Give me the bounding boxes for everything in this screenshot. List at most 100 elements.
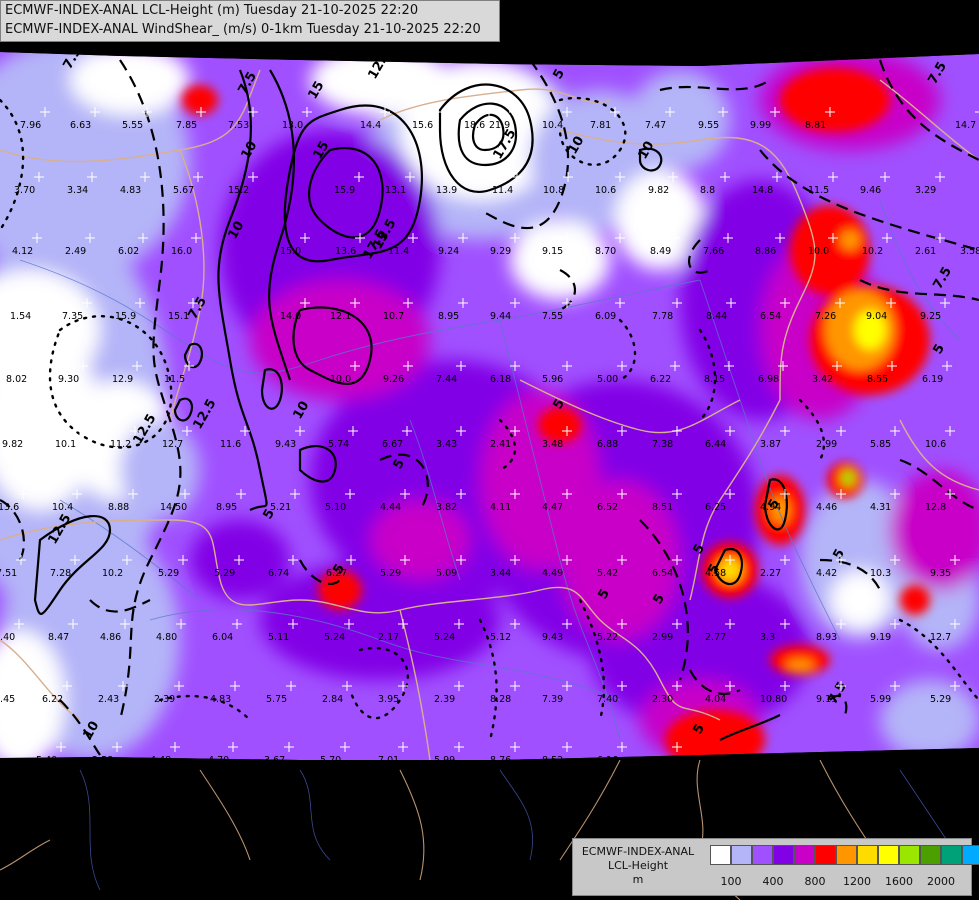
station-value: 5.99 bbox=[434, 755, 455, 766]
station-value: 10.3 bbox=[870, 568, 891, 579]
legend-swatch bbox=[899, 845, 920, 865]
station-value: 10.2 bbox=[862, 246, 883, 257]
legend-tick-label: 1200 bbox=[843, 875, 871, 888]
station-value: 8.15 bbox=[704, 374, 725, 385]
station-value: 2.99 bbox=[652, 632, 673, 643]
station-value: 5.40 bbox=[36, 755, 57, 766]
station-value: 3.42 bbox=[812, 374, 833, 385]
station-value: 14.4 bbox=[360, 120, 381, 131]
station-value: 8.76 bbox=[490, 755, 511, 766]
legend-swatch bbox=[836, 845, 857, 865]
station-value: 4.49 bbox=[542, 568, 563, 579]
station-value: 8.93 bbox=[816, 632, 837, 643]
station-value: 8.95 bbox=[216, 502, 237, 513]
station-value: 7.26 bbox=[815, 311, 836, 322]
station-value: 4.11 bbox=[490, 502, 511, 513]
station-value: 3.67 bbox=[264, 755, 285, 766]
station-value: 2.77 bbox=[705, 632, 726, 643]
station-value: 8.52 bbox=[542, 755, 563, 766]
station-value: 6.44 bbox=[705, 439, 726, 450]
station-value: 6.22 bbox=[650, 374, 671, 385]
station-value: 8.81 bbox=[805, 120, 826, 131]
station-value: 5.22 bbox=[597, 632, 618, 643]
station-value: 7.44 bbox=[436, 374, 457, 385]
station-value: 6.88 bbox=[597, 439, 618, 450]
station-value: 7.28 bbox=[50, 568, 71, 579]
station-value: 6.63 bbox=[70, 120, 91, 131]
station-value: 7.53 bbox=[228, 120, 249, 131]
station-value: 2.43 bbox=[98, 694, 119, 705]
station-value: 5.09 bbox=[436, 568, 457, 579]
station-value: 11.4 bbox=[492, 185, 513, 196]
station-value: 4.47 bbox=[542, 502, 563, 513]
station-value: 8.88 bbox=[108, 502, 129, 513]
station-value: 11.4 bbox=[388, 246, 409, 257]
station-value: 2.39 bbox=[434, 694, 455, 705]
station-value: 4.94 bbox=[760, 502, 781, 513]
station-value: 5.12 bbox=[490, 632, 511, 643]
station-value: 5.45 bbox=[0, 694, 15, 705]
station-value: 2.49 bbox=[65, 246, 86, 257]
station-value: 3.82 bbox=[436, 502, 457, 513]
station-value: 4.58 bbox=[705, 568, 726, 579]
legend-line-3: m bbox=[632, 873, 644, 886]
station-value: 9.26 bbox=[383, 374, 404, 385]
station-value: 2.27 bbox=[760, 568, 781, 579]
station-value: 12.8 bbox=[925, 502, 946, 513]
station-value: 9.40 bbox=[0, 632, 15, 643]
station-value: 5.74 bbox=[328, 439, 349, 450]
station-value: 7.85 bbox=[176, 120, 197, 131]
station-value: 6.19 bbox=[922, 374, 943, 385]
header-line-1: ECMWF-INDEX-ANAL LCL-Height (m) Tuesday … bbox=[5, 3, 419, 18]
station-value: 8.51 bbox=[652, 502, 673, 513]
station-value: 4.80 bbox=[156, 632, 177, 643]
legend-tick-label: 1600 bbox=[885, 875, 913, 888]
station-value: 7.96 bbox=[20, 120, 41, 131]
station-value: 11.2 bbox=[110, 439, 131, 450]
station-value: 5.24 bbox=[434, 632, 455, 643]
station-value: 3.43 bbox=[436, 439, 457, 450]
station-value: 8.47 bbox=[48, 632, 69, 643]
legend-swatch bbox=[710, 845, 731, 865]
station-value: 5.55 bbox=[122, 120, 143, 131]
station-value: 13.9 bbox=[436, 185, 457, 196]
station-value: 15.9 bbox=[334, 185, 355, 196]
station-value: 4.86 bbox=[100, 632, 121, 643]
station-value: 8.49 bbox=[650, 246, 671, 257]
station-value: 7.55 bbox=[542, 311, 563, 322]
station-value: 11.5 bbox=[808, 185, 829, 196]
station-value: 14.50 bbox=[160, 502, 187, 513]
station-value: 18.6 bbox=[464, 120, 485, 131]
station-value: 4.48 bbox=[150, 755, 171, 766]
station-value: 7.47 bbox=[645, 120, 666, 131]
station-value: 2.39 bbox=[154, 694, 175, 705]
station-value: 5.10 bbox=[325, 502, 346, 513]
station-value: 7.81 bbox=[590, 120, 611, 131]
legend-line-2: LCL-Height bbox=[607, 859, 669, 872]
station-value: 8.70 bbox=[595, 246, 616, 257]
station-value: 10.4 bbox=[52, 502, 73, 513]
station-value: 6.98 bbox=[758, 374, 779, 385]
legend-swatch bbox=[731, 845, 752, 865]
station-value: 4.46 bbox=[816, 502, 837, 513]
station-value: 8.44 bbox=[706, 311, 727, 322]
station-value: 8.28 bbox=[490, 694, 511, 705]
legend-swatch bbox=[752, 845, 773, 865]
station-value: 1.54 bbox=[10, 311, 31, 322]
color-legend: ECMWF-INDEX-ANAL LCL-Height m 100 400 800 1… bbox=[572, 838, 979, 896]
station-value: 6.27 bbox=[326, 568, 347, 579]
weather-map: 7.57.57.5101012.5151517.517.517.51512.51… bbox=[0, 0, 979, 900]
station-value: 11.6 bbox=[220, 439, 241, 450]
legend-line-1: ECMWF-INDEX-ANAL bbox=[581, 845, 695, 858]
station-value: 9.24 bbox=[438, 246, 459, 257]
station-value: 10.80 bbox=[760, 694, 787, 705]
station-value: 10.4 bbox=[542, 120, 563, 131]
station-value: 9.19 bbox=[870, 632, 891, 643]
station-value: 4.04 bbox=[705, 694, 726, 705]
station-value: 9.04 bbox=[866, 311, 887, 322]
station-value: 14.8 bbox=[752, 185, 773, 196]
station-value: 3.3 bbox=[760, 632, 775, 643]
station-value: 12.7 bbox=[162, 439, 183, 450]
station-value: 5.70 bbox=[320, 755, 341, 766]
station-value: 8.02 bbox=[6, 374, 27, 385]
